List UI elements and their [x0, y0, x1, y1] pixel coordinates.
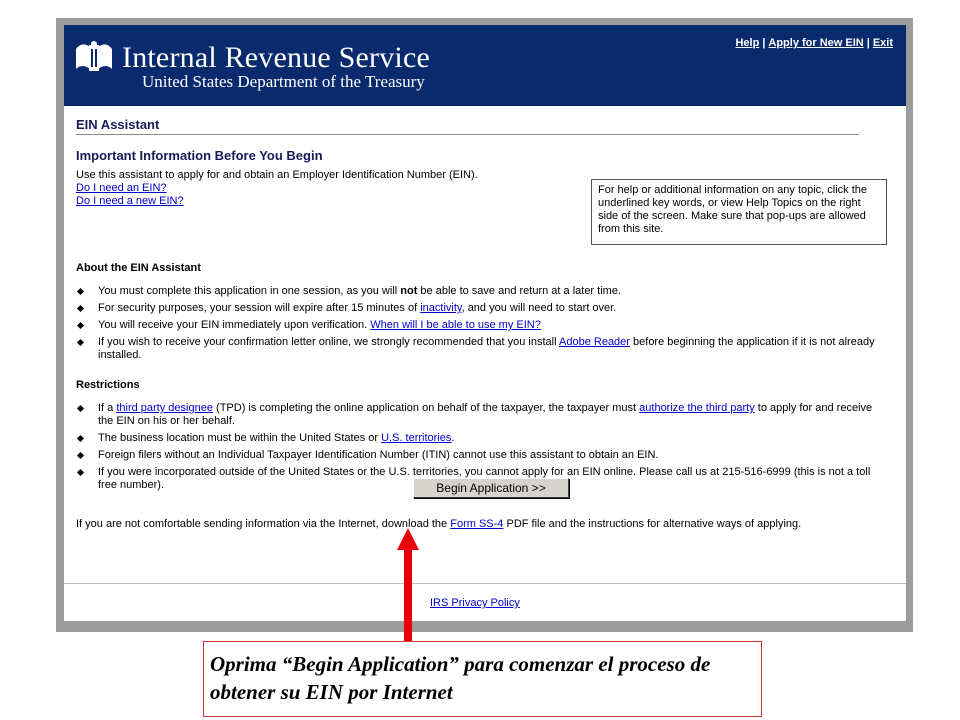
- form-ss4-link[interactable]: Form SS-4: [450, 518, 503, 530]
- red-arrow-shaft: [404, 548, 412, 641]
- need-new-ein-link[interactable]: Do I need a new EIN?: [76, 195, 586, 208]
- bullet-icon: [76, 304, 85, 313]
- instruction-callout: Oprima “Begin Application” para comenzar…: [203, 641, 762, 717]
- bullet-icon: [76, 287, 85, 296]
- assistant-title: EIN Assistant: [76, 117, 160, 132]
- red-arrow-head-icon: [397, 528, 419, 550]
- list-item: Foreign filers without an Individual Tax…: [76, 449, 876, 462]
- authorize-third-party-link[interactable]: authorize the third party: [639, 402, 755, 414]
- org-subtitle: United States Department of the Treasury: [142, 72, 425, 91]
- need-ein-link[interactable]: Do I need an EIN?: [76, 182, 586, 195]
- intro-block: Use this assistant to apply for and obta…: [76, 169, 586, 208]
- help-link[interactable]: Help: [735, 37, 759, 49]
- begin-application-button[interactable]: Begin Application >>: [413, 478, 569, 498]
- list-item: If you wish to receive your confirmation…: [76, 336, 876, 362]
- irs-header: Internal Revenue Service United States D…: [64, 25, 906, 106]
- us-territories-link[interactable]: U.S. territories: [381, 432, 451, 444]
- list-item: The business location must be within the…: [76, 432, 876, 445]
- inactivity-link[interactable]: inactivity: [420, 302, 461, 314]
- adobe-reader-link[interactable]: Adobe Reader: [559, 336, 630, 348]
- about-heading: About the EIN Assistant: [76, 262, 201, 274]
- irs-eagle-logo-icon: [76, 41, 112, 71]
- restrictions-heading: Restrictions: [76, 379, 140, 391]
- bullet-icon: [76, 468, 85, 477]
- when-use-ein-link[interactable]: When will I be able to use my EIN?: [370, 319, 541, 331]
- list-item: You will receive your EIN immediately up…: [76, 319, 876, 332]
- section-heading: Important Information Before You Begin: [76, 148, 323, 163]
- help-info-box: For help or additional information on an…: [591, 179, 887, 245]
- irs-page: Internal Revenue Service United States D…: [64, 25, 906, 621]
- bullet-icon: [76, 404, 85, 413]
- title-divider: [76, 134, 859, 135]
- org-name: Internal Revenue Service: [122, 41, 430, 74]
- bullet-icon: [76, 451, 85, 460]
- bullet-icon: [76, 321, 85, 330]
- link-separator: |: [762, 37, 766, 49]
- third-party-designee-link[interactable]: third party designee: [116, 402, 213, 414]
- apply-new-ein-link[interactable]: Apply for New EIN: [768, 37, 863, 49]
- top-nav-links: Help | Apply for New EIN | Exit: [735, 37, 893, 49]
- list-item: For security purposes, your session will…: [76, 302, 876, 315]
- about-list: You must complete this application in on…: [76, 285, 876, 366]
- bullet-icon: [76, 434, 85, 443]
- privacy-policy-link[interactable]: IRS Privacy Policy: [430, 597, 520, 609]
- list-item: If a third party designee (TPD) is compl…: [76, 402, 876, 428]
- bullet-icon: [76, 338, 85, 347]
- footer-divider: [64, 583, 906, 584]
- link-separator: |: [866, 37, 870, 49]
- list-item: You must complete this application in on…: [76, 285, 876, 298]
- intro-text: Use this assistant to apply for and obta…: [76, 169, 478, 181]
- alternative-filing-text: If you are not comfortable sending infor…: [76, 518, 802, 530]
- exit-link[interactable]: Exit: [873, 37, 893, 49]
